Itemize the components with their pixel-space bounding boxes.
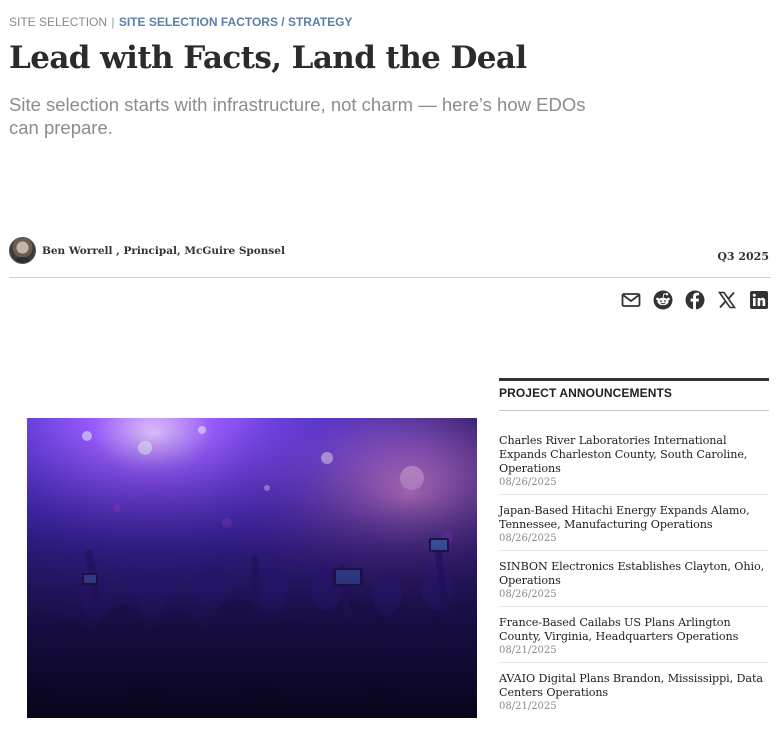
facebook-icon[interactable]	[685, 290, 705, 310]
share-bar	[621, 290, 769, 310]
avatar	[9, 237, 36, 264]
announcement-date: 08/26/2025	[499, 589, 557, 600]
page-title: Lead with Facts, Land the Deal	[9, 40, 527, 76]
list-item: France-Based Cailabs US Plans Arlington …	[499, 615, 769, 663]
sidebar-heading: PROJECT ANNOUNCEMENTS	[499, 378, 769, 411]
issue-label: Q3 2025	[717, 250, 769, 263]
reddit-icon[interactable]	[653, 290, 673, 310]
list-item: Charles River Laboratories International…	[499, 433, 769, 495]
envelope-icon[interactable]	[621, 290, 641, 310]
announcement-date: 08/26/2025	[499, 533, 557, 544]
author-byline: Ben Worrell , Principal, McGuire Sponsel	[9, 237, 285, 264]
announcement-link[interactable]: SINBON Electronics Establishes Clayton, …	[499, 560, 769, 588]
x-icon[interactable]	[717, 290, 737, 310]
divider	[9, 277, 771, 278]
announcement-link[interactable]: Japan-Based Hitachi Energy Expands Alamo…	[499, 504, 769, 532]
author-name[interactable]: Ben Worrell , Principal, McGuire Sponsel	[42, 245, 285, 257]
announcement-link[interactable]: France-Based Cailabs US Plans Arlington …	[499, 616, 769, 644]
list-item: AVAIO Digital Plans Brandon, Mississippi…	[499, 671, 769, 718]
article-subtitle: Site selection starts with infrastructur…	[9, 94, 586, 138]
list-item: Japan-Based Hitachi Energy Expands Alamo…	[499, 503, 769, 551]
announcement-date: 08/21/2025	[499, 645, 557, 656]
linkedin-icon[interactable]	[749, 290, 769, 310]
project-announcements-sidebar: PROJECT ANNOUNCEMENTS Charles River Labo…	[499, 378, 769, 726]
announcement-date: 08/21/2025	[499, 701, 557, 712]
announcement-list: Charles River Laboratories International…	[499, 433, 769, 718]
breadcrumb-separator: |	[111, 15, 115, 29]
breadcrumb: SITE SELECTION | SITE SELECTION FACTORS …	[9, 15, 352, 29]
breadcrumb-category-link[interactable]: SITE SELECTION FACTORS / STRATEGY	[119, 15, 353, 29]
announcement-link[interactable]: AVAIO Digital Plans Brandon, Mississippi…	[499, 672, 769, 700]
breadcrumb-section-link[interactable]: SITE SELECTION	[9, 15, 107, 29]
announcement-link[interactable]: Charles River Laboratories International…	[499, 434, 769, 476]
list-item: SINBON Electronics Establishes Clayton, …	[499, 559, 769, 607]
announcement-date: 08/26/2025	[499, 477, 557, 488]
hero-image	[27, 418, 477, 718]
